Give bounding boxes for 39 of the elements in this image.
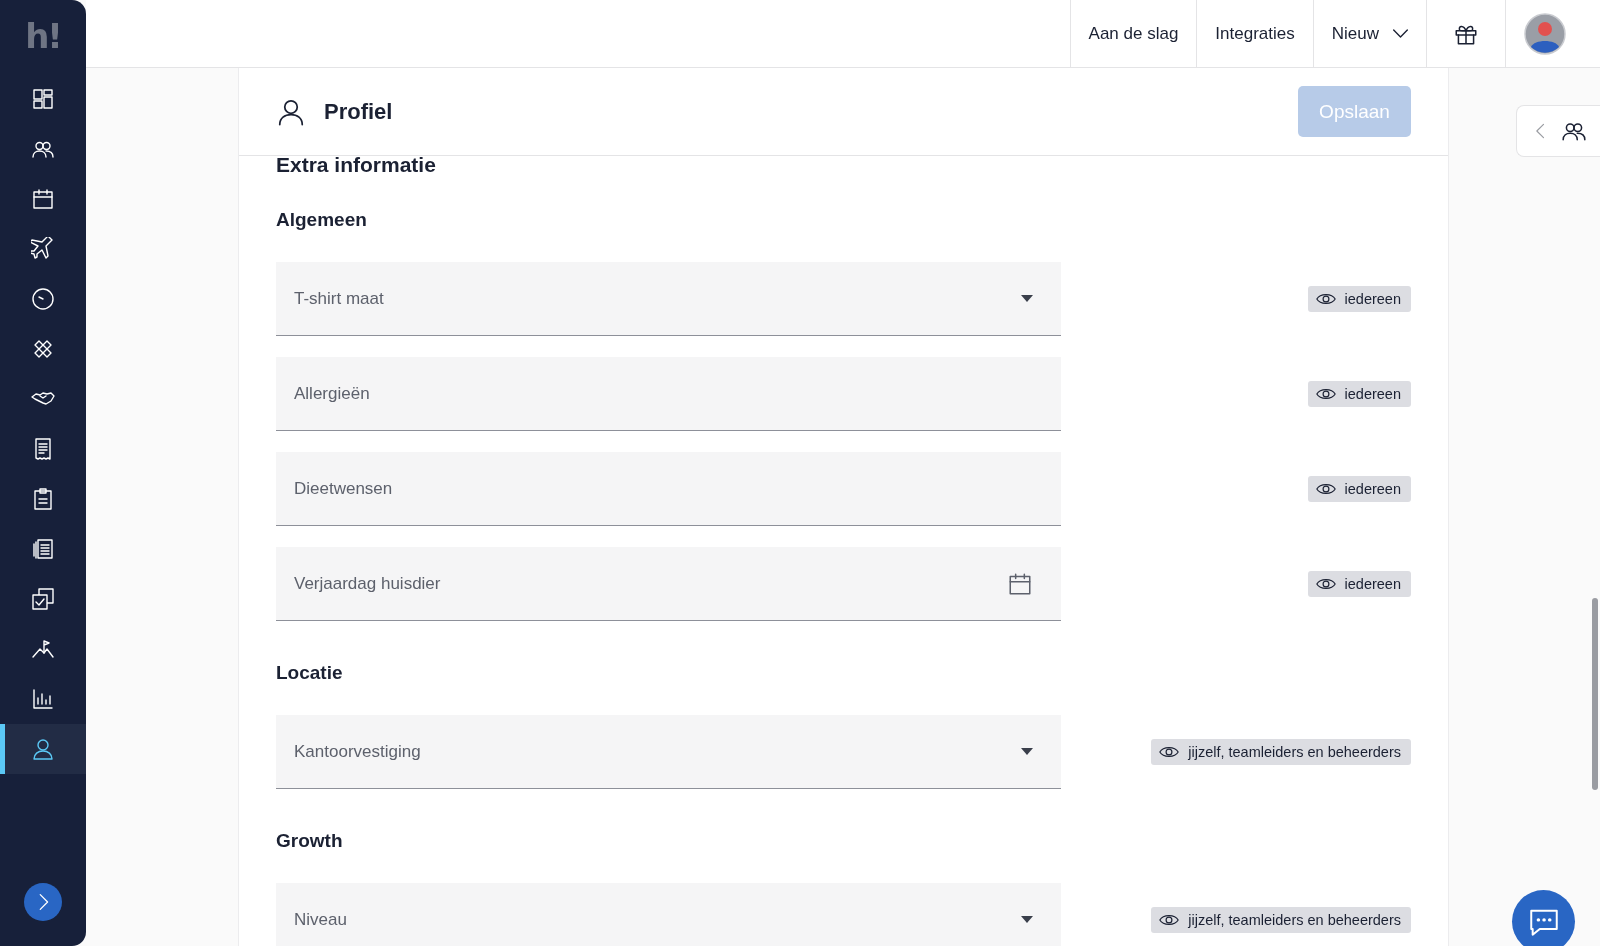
- caret-down-icon: [1021, 748, 1033, 755]
- dropdown-menu[interactable]: Nieuw: [1312, 0, 1426, 67]
- scrollbar[interactable]: [1592, 598, 1598, 790]
- chevron-down-icon: [1393, 29, 1408, 38]
- team-panel-toggle[interactable]: [1516, 105, 1600, 157]
- visibility-badge[interactable]: jijzelf, teamleiders en beheerders: [1151, 739, 1411, 765]
- bar-chart-icon: [31, 687, 55, 711]
- clipboard-icon: [31, 487, 55, 511]
- subsection-heading: Locatie: [276, 661, 344, 685]
- sidebar-item[interactable]: [0, 724, 86, 774]
- caret-down-icon: [1021, 295, 1033, 302]
- checkbox-icon: [31, 587, 55, 611]
- nav-link[interactable]: Integraties: [1196, 0, 1313, 67]
- clock-icon: [31, 287, 55, 311]
- select-field[interactable]: Niveau: [276, 883, 1061, 946]
- subsection-heading: Growth: [276, 829, 344, 853]
- visibility-badge[interactable]: iedereen: [1307, 571, 1411, 597]
- person-icon: [31, 737, 55, 761]
- visibility-badge[interactable]: iedereen: [1307, 286, 1411, 312]
- input-field[interactable]: Dieetwensen: [276, 452, 1061, 526]
- dashboard-icon: [31, 87, 55, 111]
- input-field[interactable]: Allergieën: [276, 357, 1061, 431]
- select-field[interactable]: T-shirt maat: [276, 262, 1061, 336]
- visibility-badge[interactable]: iedereen: [1307, 476, 1411, 502]
- avatar[interactable]: [1524, 12, 1566, 55]
- subsection-heading: Algemeen: [276, 208, 368, 232]
- visibility-badge[interactable]: iedereen: [1307, 381, 1411, 407]
- caret-down-icon: [1021, 916, 1033, 923]
- section-heading: Extra informatie: [276, 154, 437, 178]
- calendar-icon: [31, 187, 55, 211]
- expand-button[interactable]: [24, 883, 62, 921]
- page-title: Profiel: [324, 98, 394, 125]
- select-field[interactable]: Kantoorvestiging: [276, 715, 1061, 789]
- visibility-badge[interactable]: jijzelf, teamleiders en beheerders: [1151, 907, 1411, 933]
- documents-icon: [31, 537, 55, 561]
- chat-button[interactable]: [1512, 890, 1575, 946]
- date-field[interactable]: Verjaardag huisdier: [276, 547, 1061, 621]
- nav-link[interactable]: Aan de slag: [1069, 0, 1197, 67]
- airplane-icon: [31, 237, 55, 261]
